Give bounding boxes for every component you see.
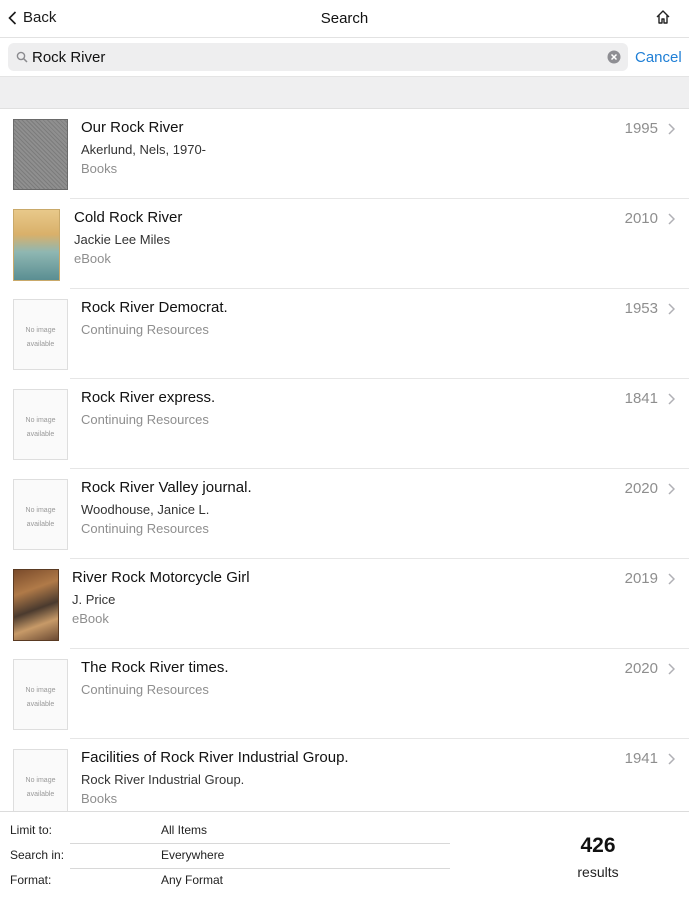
result-title: Rock River express. [81,389,216,406]
results-count-label: results [577,864,619,880]
list-item[interactable]: No image available Rock River express. Co… [0,379,689,469]
chevron-right-icon [668,303,675,315]
result-year: 1995 [624,120,658,137]
result-title: Our Rock River [81,119,184,136]
result-year: 1953 [624,300,658,317]
result-author: J. Price [72,592,116,607]
list-item[interactable]: No image available Rock River Valley jour… [0,469,689,559]
result-author: Akerlund, Nels, 1970- [81,142,207,157]
result-year: 2010 [624,210,658,227]
no-image-placeholder: No image available [13,749,68,811]
result-format: Continuing Resources [81,521,209,536]
result-title: Rock River Valley journal. [81,479,252,496]
navigation-bar: Back Search [0,0,689,38]
chevron-right-icon [668,213,675,225]
no-image-placeholder: No image available [13,299,68,370]
result-year: 2020 [624,480,658,497]
chevron-right-icon [668,393,675,405]
search-in-value[interactable]: Everywhere [161,848,224,862]
list-item[interactable]: Cold Rock River Jackie Lee Miles eBook 2… [0,199,689,289]
result-author: Rock River Industrial Group. [81,772,245,787]
result-title: River Rock Motorcycle Girl [72,569,250,586]
result-title: The Rock River times. [81,659,229,676]
cancel-button[interactable]: Cancel [635,49,682,66]
result-author: Woodhouse, Janice L. [81,502,210,517]
page-title: Search [320,10,369,27]
result-year: 2019 [624,570,658,587]
section-divider [0,76,689,109]
result-format: Books [81,791,118,806]
result-year: 1841 [624,390,658,407]
filter-search-row[interactable]: Search in: Everywhere [0,844,450,869]
result-year: 1941 [624,750,658,767]
result-format: Books [81,161,118,176]
search-in-label: Search in: [10,848,65,862]
filter-format-row[interactable]: Format: Any Format [0,869,450,894]
search-input[interactable]: Rock River [8,43,628,71]
list-item[interactable]: No image available Rock River Democrat. C… [0,289,689,379]
result-format: Continuing Resources [81,322,209,337]
chevron-right-icon [668,663,675,675]
filter-bar: Limit to: All Items Search in: Everywher… [0,811,689,900]
search-input-value: Rock River [32,49,106,66]
result-format: eBook [74,251,111,266]
home-button[interactable] [655,9,671,30]
result-format: Continuing Resources [81,682,209,697]
list-item[interactable]: No image available Facilities of Rock Riv… [0,739,689,811]
list-item[interactable]: No image available The Rock River times. … [0,649,689,739]
search-bar: Rock River Cancel [0,38,689,76]
list-item[interactable]: Our Rock River Akerlund, Nels, 1970- Boo… [0,109,689,199]
home-icon [656,10,670,24]
cover-image [13,209,60,281]
no-image-placeholder: No image available [13,659,68,730]
format-value[interactable]: Any Format [161,873,223,887]
result-title: Cold Rock River [74,209,183,226]
chevron-right-icon [668,483,675,495]
cover-image [13,119,68,190]
no-image-placeholder: No image available [13,479,68,550]
cover-image [13,569,59,641]
chevron-right-icon [668,573,675,585]
clear-icon[interactable] [607,50,621,64]
no-image-placeholder: No image available [13,389,68,460]
chevron-right-icon [668,753,675,765]
filter-limit-row[interactable]: Limit to: All Items [0,819,450,844]
result-format: Continuing Resources [81,412,209,427]
format-label: Format: [10,873,52,887]
result-author: Jackie Lee Miles [74,232,171,247]
results-list[interactable]: Our Rock River Akerlund, Nels, 1970- Boo… [0,109,689,811]
limit-value[interactable]: All Items [161,823,207,837]
result-title: Facilities of Rock River Industrial Grou… [81,749,349,766]
result-title: Rock River Democrat. [81,299,228,316]
search-icon [16,51,28,63]
limit-label: Limit to: [10,823,53,837]
list-item[interactable]: River Rock Motorcycle Girl J. Price eBoo… [0,559,689,649]
results-count: 426 [580,834,616,857]
result-format: eBook [72,611,109,626]
result-year: 2020 [624,660,658,677]
chevron-right-icon [668,123,675,135]
